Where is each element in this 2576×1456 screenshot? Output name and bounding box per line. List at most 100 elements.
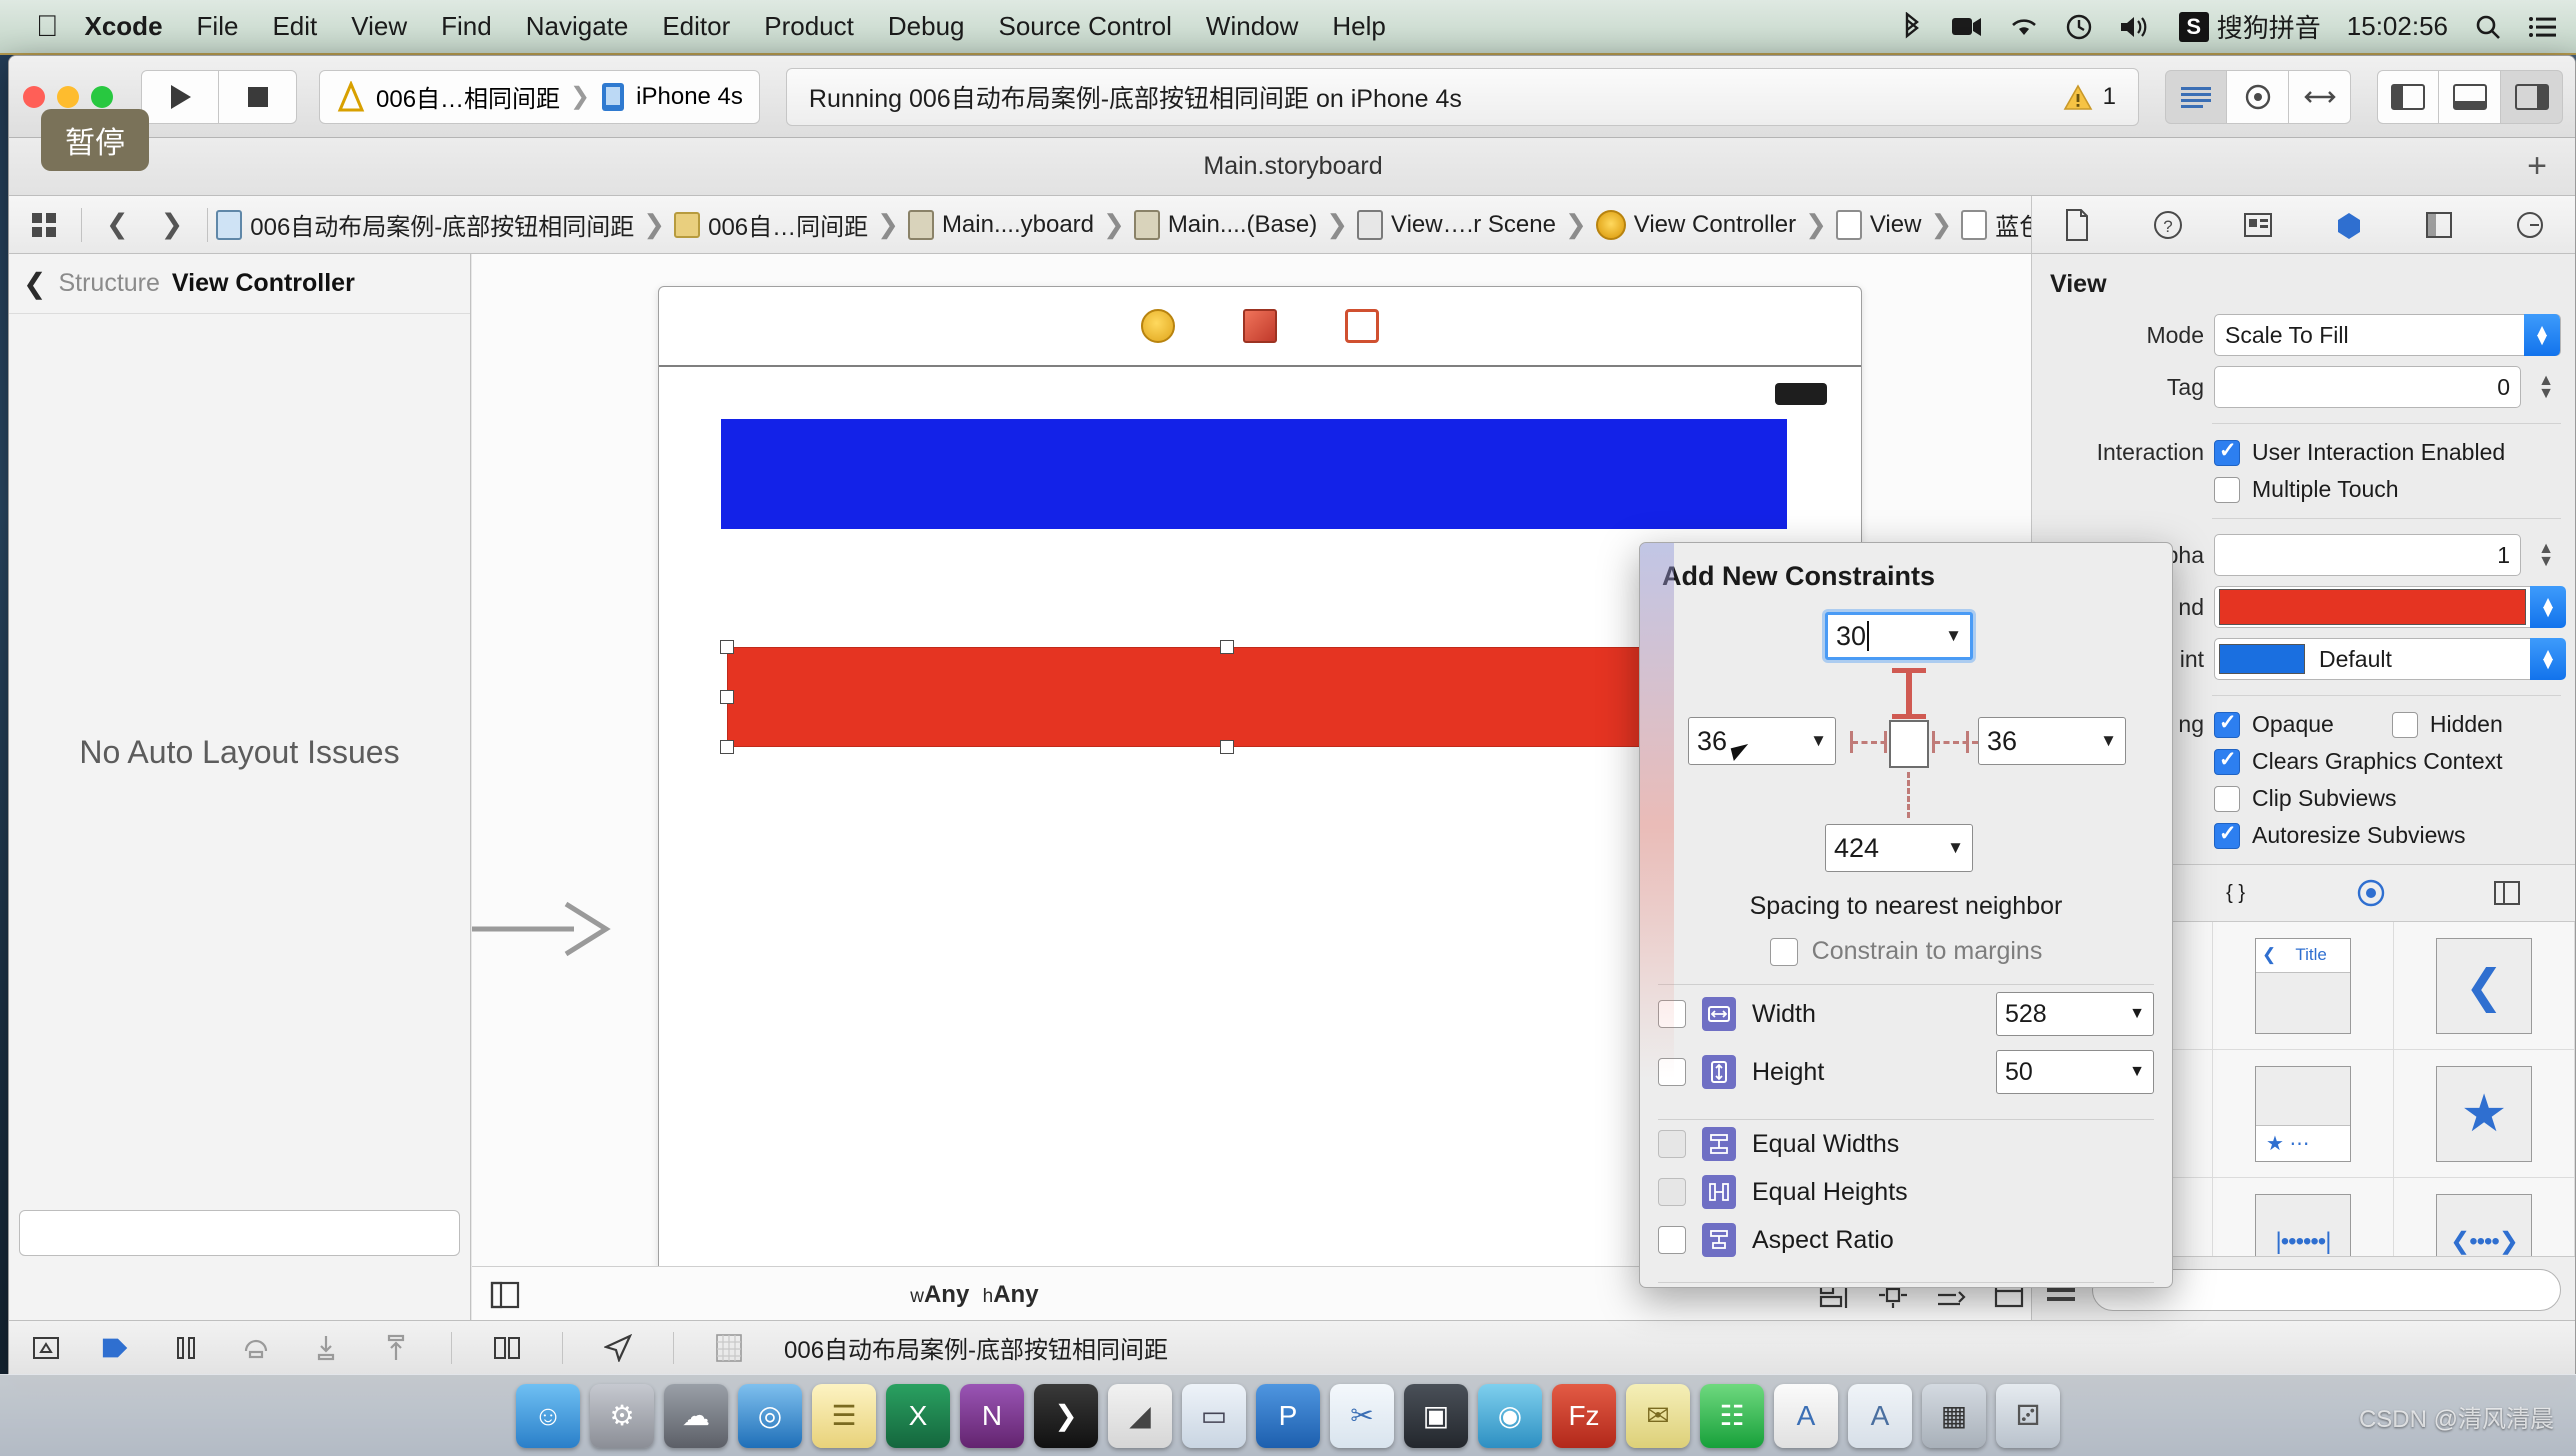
run-button[interactable] [141,69,219,124]
location-icon[interactable] [603,1333,633,1363]
menu-item-view[interactable]: View [351,11,407,42]
screen-record-icon[interactable] [1951,15,1983,39]
multiple-touch-checkbox[interactable]: Multiple Touch [2214,476,2399,503]
file-inspector-tab[interactable] [2052,204,2102,246]
close-window-button[interactable] [23,85,45,108]
chevron-down-icon[interactable]: ▼ [2129,1005,2145,1023]
chevron-updown-icon[interactable]: ▲ ▼ [2524,314,2560,356]
simulator-dock-icon[interactable]: ▭ [1182,1383,1246,1448]
time-machine-icon[interactable] [2065,13,2093,41]
onenote-dock-icon[interactable]: N [960,1383,1024,1448]
pause-bars-icon[interactable] [171,1333,201,1363]
width-value-combo[interactable]: 528 ▼ [1996,992,2154,1036]
chevron-down-icon[interactable]: ▼ [2129,1063,2145,1081]
checkbox-icon[interactable] [2214,785,2240,812]
menu-item-source-control[interactable]: Source Control [999,11,1172,42]
add-editor-icon[interactable]: + [2527,147,2547,186]
attributes-inspector-tab[interactable] [2324,204,2374,246]
alpha-stepper[interactable]: ▲ ▼ [2531,534,2561,576]
back-chevron-icon[interactable]: ❮ [23,267,46,300]
navigator-back-label[interactable]: Structure [58,269,159,298]
menu-item-window[interactable]: Window [1206,11,1298,42]
step-out-icon[interactable] [381,1333,411,1363]
clears-graphics-context-checkbox[interactable]: Clears Graphics Context [2214,747,2503,775]
breakpoint-triangle-icon[interactable] [31,1333,61,1363]
height-value-combo[interactable]: 50 ▼ [1996,1050,2154,1094]
menu-item-edit[interactable]: Edit [272,11,317,42]
blue-view[interactable] [721,419,1787,529]
tint-color-well[interactable] [2219,644,2305,674]
checkbox-icon[interactable] [2214,476,2240,503]
clip-subviews-checkbox[interactable]: Clip Subviews [2214,785,2396,812]
red-view-selected[interactable] [727,647,1727,747]
library-item-bar-button-star[interactable]: ★ [2394,1050,2575,1178]
chevron-down-icon[interactable]: ▼ [1947,838,1964,858]
opaque-checkbox[interactable]: Opaque [2214,710,2334,738]
height-checkbox[interactable] [1658,1058,1686,1086]
pages-dock-icon[interactable]: A [1774,1383,1838,1448]
movist-dock-icon[interactable]: ▣ [1404,1383,1468,1448]
editor-assistant-icon[interactable] [2227,69,2289,124]
checkbox-icon[interactable] [2214,747,2240,775]
bottom-spacing-combo[interactable]: 424 ▼ [1825,824,1973,872]
menu-item-editor[interactable]: Editor [662,11,730,42]
numbers-dock-icon[interactable]: ☷ [1700,1383,1764,1448]
breadcrumb-item-storyboard-base[interactable]: Main....(Base) [1133,209,1317,240]
back-chevron-icon[interactable]: ❮ [90,209,145,240]
menu-item-debug[interactable]: Debug [888,11,965,42]
background-color-select[interactable]: ▲ ▼ [2214,586,2566,628]
document-outline-toggle-icon[interactable] [490,1280,520,1310]
continue-arrow-icon[interactable] [101,1333,131,1363]
keynote-dock-icon[interactable]: P [1256,1383,1320,1448]
top-spacing-combo[interactable]: 30 ▼ [1825,612,1973,660]
quick-help-inspector-tab[interactable]: ? [2143,204,2193,246]
search-icon[interactable] [2474,13,2502,41]
breadcrumb-item-view-controller[interactable]: View Controller [1595,209,1796,240]
toggle-debug-area-icon[interactable] [2439,69,2501,124]
code-snippet-library-tab[interactable]: { } [2211,872,2261,914]
excel-dock-icon[interactable]: X [886,1383,950,1448]
breadcrumb-item-scene[interactable]: View….r Scene [1357,209,1556,240]
equal-widths-checkbox[interactable] [1658,1130,1686,1158]
chevron-updown-icon[interactable]: ▲ ▼ [2530,586,2566,628]
toggle-utilities-icon[interactable] [2501,69,2563,124]
launchpad-dock-icon[interactable]: ☁ [664,1383,728,1448]
alpha-input[interactable]: 1 [2214,534,2521,576]
library-item-navigation-item[interactable]: ❮ [2394,922,2575,1050]
zoom-window-button[interactable] [91,85,113,108]
chevron-down-icon[interactable]: ▼ [1810,731,1827,751]
chevron-updown-icon[interactable]: ▲ ▼ [2530,638,2566,680]
checkbox-icon[interactable] [2391,711,2418,738]
input-method-indicator[interactable]: S 搜狗拼音 [2178,8,2321,45]
tint-color-select[interactable]: Default ▲ ▼ [2214,638,2566,680]
menu-item-xcode[interactable]: Xcode [85,11,163,42]
issue-indicator[interactable]: 1 [2063,83,2116,111]
calculator-dock-icon[interactable]: ▦ [1922,1383,1986,1448]
notes-dock-icon[interactable]: ☰ [812,1383,876,1448]
step-into-icon[interactable] [311,1333,341,1363]
editor-version-icon[interactable] [2289,69,2351,124]
size-class-indicator[interactable]: wAny hAny [910,1281,1038,1309]
equal-heights-checkbox[interactable] [1658,1178,1686,1206]
resize-handle-bottom-left[interactable] [720,740,734,754]
window-traffic-lights[interactable] [23,85,113,108]
hidden-checkbox[interactable]: Hidden [2391,711,2503,738]
stop-button[interactable] [219,69,297,124]
menu-item-navigate[interactable]: Navigate [526,11,629,42]
editor-standard-icon[interactable] [2165,69,2227,124]
scissors-dock-icon[interactable]: ✂ [1330,1383,1394,1448]
menu-item-find[interactable]: Find [441,11,492,42]
connections-inspector-tab[interactable] [2505,204,2555,246]
user-interaction-enabled-checkbox[interactable]: User Interaction Enabled [2214,438,2505,466]
mode-select[interactable]: Scale To Fill ▲ ▼ [2214,314,2561,356]
exit-segue-icon[interactable] [1345,309,1379,343]
navigator-filter-input[interactable] [19,1210,460,1256]
notification-center-icon[interactable] [2528,15,2558,39]
xcode-dock-icon[interactable]: A [1848,1383,1912,1448]
finder-dock-icon[interactable]: ☺ [516,1383,580,1448]
instruments-dock-icon[interactable]: ◢ [1108,1383,1172,1448]
menu-bar-clock[interactable]: 15:02:56 [2347,11,2448,42]
system-preferences-dock-icon[interactable]: ⚙ [590,1383,654,1448]
tag-stepper[interactable]: ▲ ▼ [2531,366,2561,408]
terminal-dock-icon[interactable]: ❯ [1034,1383,1098,1448]
